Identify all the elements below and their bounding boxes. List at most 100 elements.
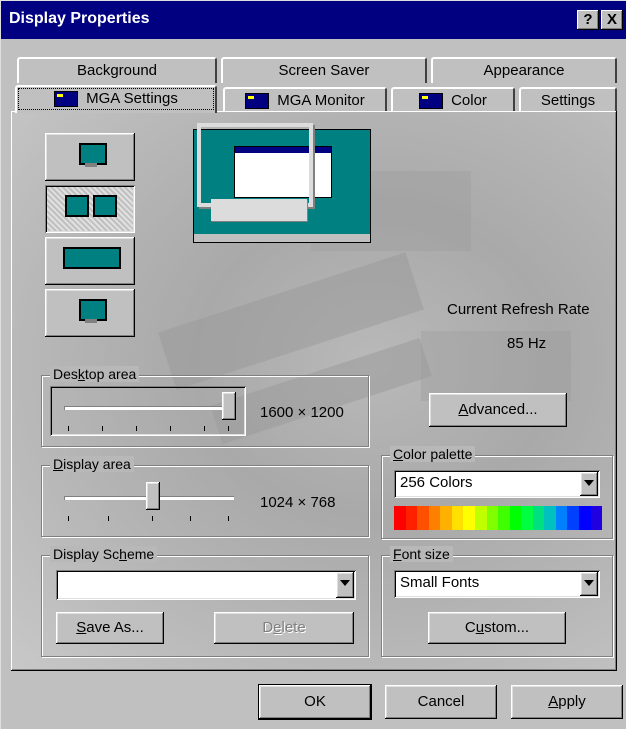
- spectrum-swatch: [579, 506, 591, 530]
- desktop-area-slider[interactable]: [50, 386, 246, 436]
- custom-button[interactable]: Custom...: [428, 612, 566, 644]
- spectrum-swatch: [428, 506, 441, 530]
- spectrum-swatch: [498, 506, 510, 530]
- spectrum-swatch: [532, 506, 545, 530]
- tab-label: Appearance: [483, 62, 565, 79]
- spectrum-swatch: [394, 506, 406, 530]
- monitor-icon: [63, 247, 121, 269]
- background-chip: [421, 331, 571, 401]
- tab-label: Screen Saver: [278, 62, 370, 79]
- monitor-icon: [79, 299, 107, 321]
- spectrum-swatch: [440, 506, 452, 530]
- help-button[interactable]: ?: [577, 10, 599, 30]
- slider-tick: [108, 516, 109, 521]
- preview-monitor-frame: [197, 123, 313, 207]
- font-size-group: Font size Small Fonts Custom...: [381, 546, 613, 657]
- monitor-icon: [65, 195, 89, 217]
- refresh-rate-value: 85 Hz: [507, 335, 547, 352]
- desktop-area-label: Desktop area: [50, 366, 140, 382]
- desktop-area-value: 1600 × 1200: [260, 404, 344, 421]
- slider-tick: [68, 426, 69, 431]
- chevron-down-icon[interactable]: [580, 472, 598, 496]
- tab-label: Settings: [540, 92, 596, 109]
- font-size-select[interactable]: Small Fonts: [394, 570, 600, 598]
- color-palette-select[interactable]: 256 Colors: [394, 470, 600, 498]
- font-size-label: Font size: [390, 546, 453, 562]
- tab-label: MGA Settings: [86, 90, 178, 107]
- mga-icon: [419, 93, 444, 110]
- tab-panel: Current Refresh Rate 85 Hz Desktop area …: [11, 111, 617, 671]
- spectrum-swatch: [521, 506, 533, 530]
- apply-button[interactable]: Apply: [511, 685, 623, 719]
- advanced-button[interactable]: Advanced...: [429, 393, 567, 427]
- preview-monitor-stand: [211, 199, 307, 221]
- slider-tick: [190, 516, 191, 521]
- tab-settings[interactable]: Settings: [519, 87, 617, 113]
- slider-thumb[interactable]: [146, 482, 160, 510]
- preview-taskbar: [194, 234, 370, 242]
- slider-tick: [136, 426, 137, 431]
- spectrum-swatch: [405, 506, 418, 530]
- slider-tick: [228, 516, 229, 521]
- layout-multi-button[interactable]: [45, 185, 135, 233]
- layout-single-button[interactable]: [45, 133, 135, 181]
- monitor-stand: [85, 163, 97, 167]
- display-area-group: Display area 1024 × 768: [41, 456, 369, 537]
- save-as-button[interactable]: Save As...: [56, 612, 164, 644]
- display-area-label: Display area: [50, 456, 134, 472]
- tab-background[interactable]: Background: [17, 57, 217, 83]
- tab-mga-settings[interactable]: MGA Settings: [15, 85, 217, 113]
- refresh-rate-label: Current Refresh Rate: [447, 301, 590, 318]
- slider-tick: [170, 426, 171, 431]
- spectrum-swatch: [417, 506, 429, 530]
- color-palette-label: Color palette: [390, 446, 476, 462]
- delete-button[interactable]: Delete: [214, 612, 354, 644]
- chevron-down-icon[interactable]: [580, 572, 598, 596]
- monitor-stand: [85, 319, 97, 323]
- chevron-down-icon[interactable]: [336, 572, 354, 598]
- close-button[interactable]: X: [601, 10, 623, 30]
- color-palette-value: 256 Colors: [400, 474, 473, 491]
- slider-tick: [204, 426, 205, 431]
- spectrum-swatch: [451, 506, 464, 530]
- tab-appearance[interactable]: Appearance: [431, 57, 617, 83]
- spectrum-swatch: [567, 506, 579, 530]
- spectrum-swatch: [590, 506, 603, 530]
- display-area-slider[interactable]: [50, 476, 246, 526]
- color-spectrum: [394, 506, 603, 530]
- spectrum-swatch: [544, 506, 556, 530]
- ok-button[interactable]: OK: [258, 684, 372, 720]
- tab-color[interactable]: Color: [391, 87, 515, 113]
- slider-tick: [152, 516, 153, 521]
- slider-tick: [228, 426, 229, 431]
- slider-thumb[interactable]: [222, 392, 236, 420]
- desktop-area-group: Desktop area 1600 × 1200: [41, 366, 369, 447]
- display-scheme-select[interactable]: [56, 570, 356, 600]
- display-area-value: 1024 × 768: [260, 494, 336, 511]
- cancel-button[interactable]: Cancel: [385, 685, 497, 719]
- title-bar[interactable]: Display Properties ? X: [1, 1, 626, 39]
- monitor-icon: [79, 143, 107, 165]
- layout-virtual-button[interactable]: [45, 289, 135, 337]
- spectrum-swatch: [463, 506, 475, 530]
- layout-wide-button[interactable]: [45, 237, 135, 285]
- mga-icon: [245, 93, 270, 110]
- tab-screen-saver[interactable]: Screen Saver: [221, 57, 427, 83]
- spectrum-swatch: [509, 506, 522, 530]
- slider-track: [64, 406, 234, 410]
- display-properties-window: Display Properties ? X Background Screen…: [0, 0, 626, 729]
- tab-label: Background: [76, 62, 158, 79]
- spectrum-swatch: [474, 506, 487, 530]
- slider-tick: [102, 426, 103, 431]
- spectrum-swatch: [486, 506, 499, 530]
- window-title: Display Properties: [9, 10, 150, 27]
- slider-tick: [68, 516, 69, 521]
- tab-label: Color: [451, 92, 487, 109]
- color-palette-group: Color palette 256 Colors: [381, 446, 613, 539]
- display-scheme-label: Display Scheme: [50, 546, 158, 562]
- tab-mga-monitor[interactable]: MGA Monitor: [223, 87, 387, 113]
- monitor-icon: [93, 195, 117, 217]
- tab-label: MGA Monitor: [277, 92, 365, 109]
- mga-icon: [54, 91, 79, 108]
- font-size-value: Small Fonts: [400, 574, 480, 591]
